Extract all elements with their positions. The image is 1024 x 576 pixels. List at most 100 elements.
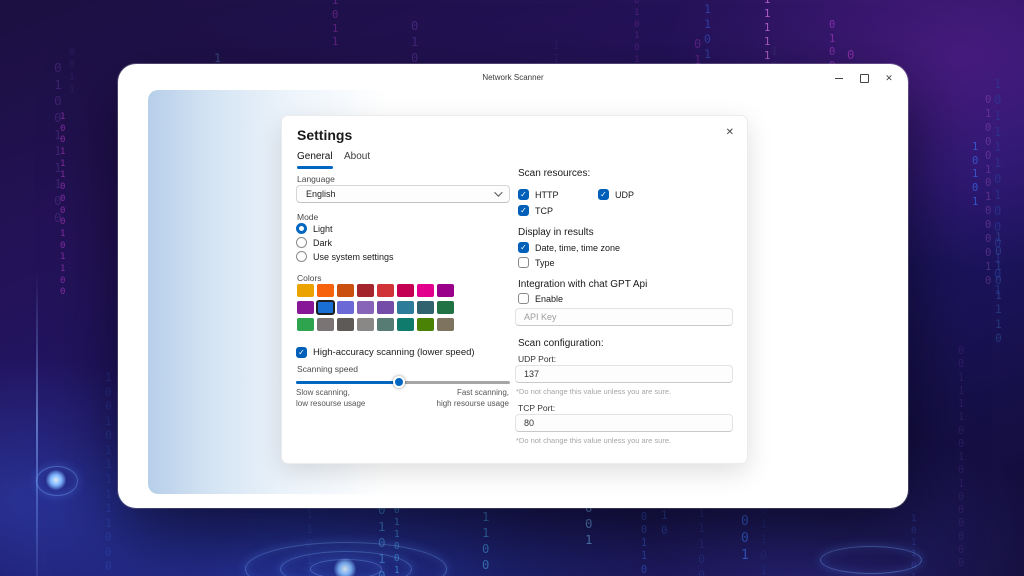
udp-port-input[interactable] (515, 365, 733, 383)
tcp-label: TCP (535, 205, 553, 216)
caption-line: Fast scanning, (456, 388, 509, 397)
color-swatch[interactable] (437, 318, 454, 331)
slider-caption-left: Slow scanning, low resourse usage (296, 388, 365, 410)
glow-core (334, 558, 356, 576)
tab-about[interactable]: About (344, 151, 370, 162)
color-swatch[interactable] (357, 301, 374, 314)
slider-thumb[interactable] (392, 376, 405, 388)
caption-line: low resourse usage (296, 398, 366, 408)
color-swatch[interactable] (417, 301, 434, 314)
color-swatch[interactable] (297, 284, 314, 297)
network-scanner-window: Network Scanner ✕ Settings ✕ General Abo… (118, 64, 908, 508)
udp-checkbox[interactable]: ✓ UDP (598, 189, 634, 200)
checkbox-checked-icon: ✓ (518, 242, 529, 253)
mode-label: Mode (297, 212, 319, 222)
scan-config-label: Scan configuration: (518, 338, 604, 349)
color-palette (297, 284, 457, 331)
radio-dark[interactable]: Dark (296, 237, 332, 248)
glow-ring-right (820, 546, 922, 574)
udp-port-label: UDP Port: (518, 354, 557, 364)
udp-label: UDP (615, 189, 635, 200)
check-icon: ✓ (520, 189, 527, 199)
slider-caption-right: Fast scanning, high resourse usage (437, 388, 510, 410)
tcp-checkbox[interactable]: ✓ TCP (518, 205, 553, 216)
dialog-close-button[interactable]: ✕ (726, 127, 734, 138)
radio-light[interactable]: Light (296, 223, 333, 234)
colors-label: Colors (297, 273, 322, 283)
radio-system-label: Use system settings (313, 251, 394, 262)
color-swatch[interactable] (397, 284, 414, 297)
type-label: Type (535, 257, 555, 268)
tcp-port-note: *Do not change this value unless you are… (516, 436, 672, 445)
color-swatch[interactable] (317, 284, 334, 297)
titlebar[interactable]: Network Scanner ✕ (118, 64, 908, 92)
color-swatch[interactable] (297, 301, 314, 314)
color-swatch[interactable] (417, 318, 434, 331)
color-swatch[interactable] (337, 301, 354, 314)
check-icon: ✓ (520, 242, 527, 252)
scanning-speed-slider[interactable] (296, 375, 510, 389)
color-swatch[interactable] (357, 318, 374, 331)
color-swatch[interactable] (377, 318, 394, 331)
checkbox-icon (518, 257, 529, 268)
light-streak (36, 270, 38, 576)
color-swatch[interactable] (337, 284, 354, 297)
scanning-speed-label: Scanning speed (297, 364, 358, 374)
color-swatch[interactable] (357, 284, 374, 297)
http-checkbox[interactable]: ✓ HTTP (518, 189, 559, 200)
color-swatch[interactable] (377, 284, 394, 297)
tab-general[interactable]: General (297, 151, 333, 162)
datetime-label: Date, time, time zone (535, 242, 621, 253)
active-tab-indicator (297, 166, 333, 169)
slider-fill (296, 381, 399, 384)
check-icon: ✓ (600, 189, 607, 199)
display-results-label: Display in results (518, 227, 594, 238)
language-value: English (306, 189, 336, 199)
radio-light-label: Light (313, 223, 333, 234)
tcp-port-input[interactable] (515, 414, 733, 432)
desktop-background: 0 1 0 0 1 1 1 1 0 0 1 0 0 1 1 0 1 0 1 1 … (0, 0, 1024, 576)
minimize-icon (835, 77, 843, 79)
api-key-input[interactable] (515, 308, 733, 326)
chevron-down-icon (494, 188, 503, 197)
checkbox-checked-icon: ✓ (518, 205, 529, 216)
color-swatch[interactable] (417, 284, 434, 297)
dialog-title: Settings (297, 127, 353, 143)
color-swatch[interactable] (377, 301, 394, 314)
close-window-button[interactable]: ✕ (880, 70, 898, 86)
color-swatch[interactable] (297, 318, 314, 331)
checkbox-checked-icon: ✓ (296, 347, 307, 358)
checkbox-checked-icon: ✓ (598, 189, 609, 200)
radio-dark-label: Dark (313, 237, 333, 248)
datetime-checkbox[interactable]: ✓ Date, time, time zone (518, 242, 620, 253)
udp-port-note: *Do not change this value unless you are… (516, 387, 672, 396)
color-swatch[interactable] (397, 318, 414, 331)
maximize-button[interactable] (855, 70, 873, 86)
check-icon: ✓ (520, 205, 527, 215)
check-icon: ✓ (298, 347, 305, 357)
high-accuracy-checkbox[interactable]: ✓ High-accuracy scanning (lower speed) (296, 347, 475, 358)
radio-system[interactable]: Use system settings (296, 251, 394, 262)
close-icon: ✕ (885, 72, 893, 83)
gpt-enable-label: Enable (535, 293, 564, 304)
settings-dialog: Settings ✕ General About Language Englis… (281, 115, 748, 464)
tcp-port-label: TCP Port: (518, 403, 556, 413)
color-swatch[interactable] (437, 284, 454, 297)
glow-ring-left (36, 466, 78, 496)
color-swatch[interactable] (437, 301, 454, 314)
checkbox-icon (518, 293, 529, 304)
caption-line: Slow scanning, (296, 388, 350, 397)
color-swatch[interactable] (337, 318, 354, 331)
maximize-icon (859, 73, 869, 83)
language-label: Language (297, 174, 335, 184)
gpt-integration-label: Integration with chat GPT Api (518, 279, 648, 290)
color-swatch[interactable] (397, 301, 414, 314)
type-checkbox[interactable]: Type (518, 257, 555, 268)
gpt-enable-checkbox[interactable]: Enable (518, 293, 563, 304)
minimize-button[interactable] (830, 70, 848, 86)
color-swatch-selected[interactable] (316, 300, 335, 315)
color-swatch[interactable] (317, 318, 334, 331)
scan-resources-label: Scan resources: (518, 168, 591, 179)
language-dropdown[interactable]: English (296, 185, 510, 203)
window-title: Network Scanner (482, 73, 544, 82)
